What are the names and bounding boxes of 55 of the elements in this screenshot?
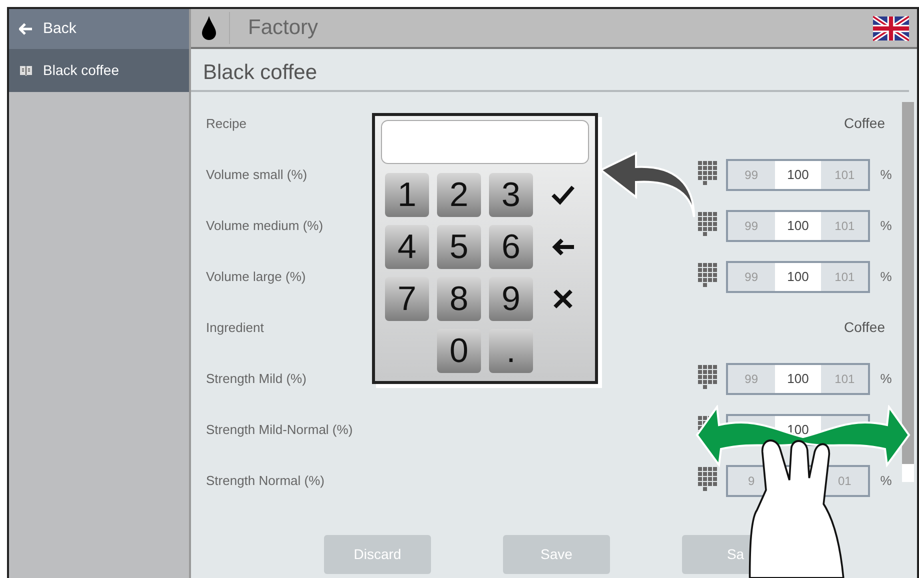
spinner-option: 101 bbox=[834, 166, 855, 184]
keypad-display-field[interactable] bbox=[381, 120, 589, 164]
field-label: Ingredient bbox=[206, 318, 265, 337]
field-label: Volume medium (%) bbox=[206, 216, 324, 235]
scrollbar[interactable] bbox=[902, 102, 914, 482]
keypad-key[interactable]: 2 bbox=[437, 173, 481, 217]
spinner-value: 100 bbox=[787, 370, 809, 388]
spinner-value: 100 bbox=[787, 216, 809, 235]
drop-icon bbox=[201, 15, 217, 41]
back-button[interactable]: Back bbox=[9, 9, 189, 49]
keypad-key[interactable]: 7 bbox=[385, 277, 429, 321]
keypad-key[interactable]: 4 bbox=[385, 225, 429, 269]
number-spinner[interactable]: 99 100 101 bbox=[726, 210, 870, 242]
spinner-option: 01 bbox=[838, 472, 852, 490]
curved-arrow-icon bbox=[598, 150, 698, 220]
keypad-key[interactable]: 6 bbox=[489, 225, 533, 269]
spinner-value: 100 bbox=[787, 268, 809, 286]
spinner-option: 99 bbox=[744, 268, 758, 286]
spinner-option: 101 bbox=[834, 370, 855, 388]
number-spinner[interactable]: 99 100 101 bbox=[726, 260, 870, 292]
spinner-option: 99 bbox=[744, 166, 758, 184]
spinner-option: 101 bbox=[834, 216, 855, 234]
spinner-option: 101 bbox=[834, 268, 855, 286]
keypad-key[interactable]: 9 bbox=[489, 277, 533, 321]
back-arrow-icon bbox=[19, 23, 33, 35]
page-title: Black coffee bbox=[191, 49, 909, 92]
number-spinner[interactable]: 99 100 101 bbox=[726, 362, 870, 394]
uk-flag-icon[interactable] bbox=[873, 16, 909, 40]
field-label: Volume large (%) bbox=[206, 268, 307, 286]
unit-label: % bbox=[880, 268, 892, 284]
book-icon bbox=[19, 65, 33, 76]
top-bar-title: Factory bbox=[229, 12, 318, 44]
field-label: Strength Normal (%) bbox=[206, 472, 326, 490]
unit-label: % bbox=[880, 218, 892, 233]
keypad-key[interactable]: 8 bbox=[437, 277, 481, 321]
keypad-key[interactable]: 3 bbox=[489, 173, 533, 217]
keypad-key[interactable]: 1 bbox=[385, 173, 429, 217]
keypad-key[interactable]: 0 bbox=[437, 329, 481, 373]
keypad-key[interactable]: . bbox=[489, 329, 533, 373]
spinner-option: 99 bbox=[744, 370, 758, 388]
unit-label: % bbox=[880, 472, 892, 488]
field-label: Volume small (%) bbox=[206, 166, 308, 184]
spinner-value: 100 bbox=[787, 166, 809, 184]
field-label: Strength Mild (%) bbox=[206, 370, 308, 388]
spinner-option: 99 bbox=[744, 216, 758, 234]
field-label: Recipe bbox=[206, 114, 248, 133]
field-label: Strength Mild-Normal (%) bbox=[206, 420, 354, 439]
field-value: Coffee bbox=[844, 114, 885, 133]
unit-label: % bbox=[880, 166, 892, 182]
spinner-option: 9 bbox=[748, 472, 755, 490]
number-spinner[interactable]: 99 100 101 bbox=[726, 158, 870, 190]
keypad-key[interactable]: 5 bbox=[437, 225, 481, 269]
unit-label: % bbox=[880, 370, 892, 386]
field-value: Coffee bbox=[844, 318, 885, 337]
sidebar-item[interactable]: Black coffee bbox=[9, 49, 189, 92]
